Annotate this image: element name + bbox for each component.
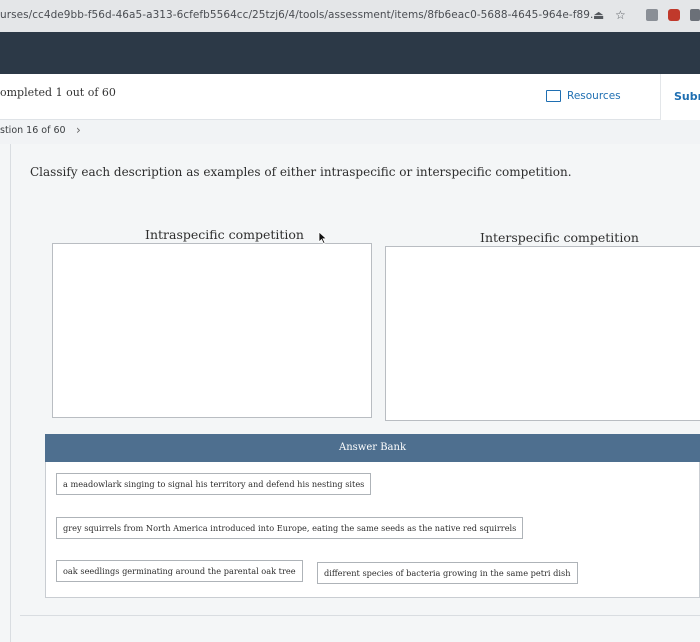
answer-chip-oak-seedlings[interactable]: oak seedlings germinating around the par… — [56, 560, 303, 582]
answer-bank-header: Answer Bank — [45, 434, 700, 462]
drop-zone-intraspecific[interactable] — [52, 243, 372, 418]
submit-button[interactable]: Subm — [660, 74, 700, 120]
star-icon[interactable]: ☆ — [615, 8, 626, 22]
bin-title-interspecific: Interspecific competition — [480, 230, 639, 245]
app-top-band — [0, 32, 700, 74]
answer-chip-bacteria[interactable]: different species of bacteria growing in… — [317, 562, 578, 584]
answer-chip-meadowlark[interactable]: a meadowlark singing to signal his terri… — [56, 473, 372, 495]
url-text[interactable]: urses/cc4de9bb-f56d-46a5-a313-6cfefb5564… — [0, 9, 600, 21]
mouse-cursor-icon — [318, 231, 328, 244]
bin-title-intraspecific: Intraspecific competition — [145, 227, 304, 242]
next-question-chevron-icon[interactable]: › — [76, 123, 81, 137]
content-divider — [10, 144, 11, 642]
progress-text: ompleted 1 out of 60 — [0, 86, 116, 99]
bank-divider — [20, 615, 700, 616]
assessment-header: ompleted 1 out of 60 Resources Subm — [0, 74, 700, 120]
resources-button[interactable]: Resources — [546, 85, 621, 107]
resources-icon — [546, 90, 561, 102]
answer-bank-title: Answer Bank — [338, 442, 407, 453]
extension-icon-2[interactable] — [690, 9, 700, 21]
share-icon[interactable]: ⏏ — [593, 8, 604, 22]
extension-record-icon[interactable] — [668, 9, 680, 21]
answer-chip-grey-squirrels[interactable]: grey squirrels from North America introd… — [56, 517, 524, 539]
resources-label: Resources — [567, 90, 621, 102]
submit-label: Subm — [674, 90, 700, 103]
extension-icon[interactable] — [646, 9, 658, 21]
question-number[interactable]: stion 16 of 60 — [0, 125, 66, 136]
question-navigation: stion 16 of 60 › — [0, 120, 700, 144]
browser-address-bar[interactable]: urses/cc4de9bb-f56d-46a5-a313-6cfefb5564… — [0, 0, 700, 32]
question-prompt: Classify each description as examples of… — [30, 165, 572, 179]
drop-zone-interspecific[interactable] — [385, 246, 700, 421]
